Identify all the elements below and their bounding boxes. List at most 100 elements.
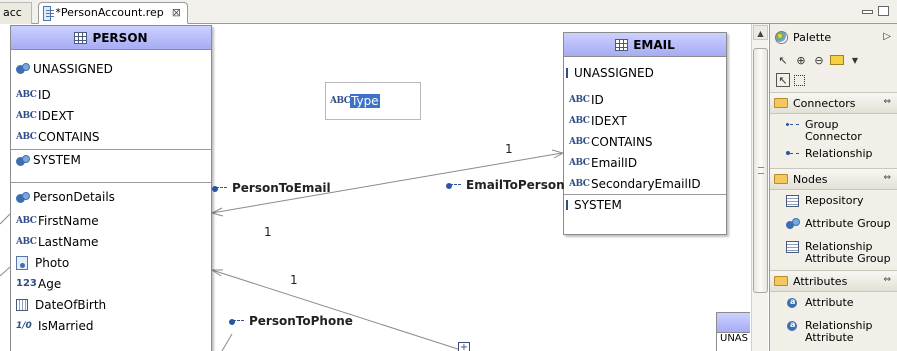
partial-entity-text: UNAS (720, 333, 748, 344)
partial-entity[interactable]: UNAS (716, 312, 750, 351)
group-row-unassigned[interactable]: UNASSIGNED (11, 58, 211, 79)
marquee-tool-icon[interactable] (794, 74, 805, 86)
attribute-row-idext[interactable]: ABC IDEXT (564, 110, 726, 131)
select-arrow-icon[interactable]: ↖ (776, 53, 790, 67)
relationship-label-person-to-email[interactable]: PersonToEmail (212, 181, 331, 195)
palette-selection-tools: ↖ (770, 70, 897, 90)
minimize-button[interactable] (862, 10, 873, 14)
attribute-row-id[interactable]: ABC ID (564, 89, 726, 110)
group-marker-icon (566, 200, 568, 210)
floating-attribute-node[interactable]: ABC Type (325, 82, 421, 120)
palette-icon (775, 30, 788, 44)
attribute-label: CONTAINS (591, 134, 653, 149)
cardinality-label: 1 (264, 225, 272, 239)
group-row-unassigned[interactable]: UNASSIGNED (564, 62, 726, 83)
attribute-group-icon (16, 191, 30, 203)
entity-header[interactable]: PERSON (11, 26, 211, 50)
palette-item-relationship[interactable]: Relationship (770, 143, 897, 166)
palette-panel: Palette ▷ ↖ ⊕ ⊖ ▼ ↖ Connectors ⇔ Group C… (769, 24, 897, 351)
drawer-label: Connectors (793, 96, 856, 110)
palette-item-repository[interactable]: Repository (770, 190, 897, 213)
attribute-row-secondaryemailid[interactable]: ABC SecondaryEmailID (564, 173, 726, 194)
palette-item-attribute-group[interactable]: Attribute Group (770, 213, 897, 236)
date-icon (16, 298, 28, 311)
attribute-label: ID (38, 87, 51, 102)
abc-icon: ABC (569, 94, 590, 105)
drawer-attributes[interactable]: Attributes ⇔ (770, 270, 897, 292)
attribute-row-age[interactable]: 123 Age (11, 273, 211, 294)
entity-title: PERSON (92, 30, 148, 45)
palette-item-attribute[interactable]: Attribute (770, 292, 897, 315)
attribute-icon (786, 296, 799, 309)
zoom-out-icon[interactable]: ⊖ (812, 53, 826, 67)
dropdown-arrow-icon[interactable]: ▼ (848, 53, 862, 67)
abc-icon: ABC (16, 215, 37, 226)
palette-zoom-tools: ↖ ⊕ ⊖ ▼ (770, 50, 897, 70)
group-row-person-details[interactable]: PersonDetails (11, 182, 211, 208)
palette-header[interactable]: Palette ▷ (770, 24, 897, 50)
palette-item-label: Relationship (805, 147, 873, 160)
group-row-system[interactable]: SYSTEM (11, 149, 211, 170)
attribute-row-contains[interactable]: ABC CONTAINS (564, 131, 726, 152)
drawer-nodes[interactable]: Nodes ⇔ (770, 168, 897, 190)
attribute-row-idext[interactable]: ABC IDEXT (11, 105, 211, 126)
photo-icon (16, 255, 28, 270)
palette-item-relationship-attribute[interactable]: Relationship Attribute (770, 315, 897, 344)
attribute-row-dateofbirth[interactable]: DateOfBirth (11, 294, 211, 315)
close-tab-icon[interactable]: ⊠ (172, 3, 181, 23)
relationship-name: EmailToPerson (466, 178, 565, 192)
pin-icon[interactable]: ⇔ (883, 275, 891, 285)
scroll-up-icon[interactable]: ▲ (753, 25, 768, 40)
drawer-connectors[interactable]: Connectors ⇔ (770, 92, 897, 114)
tab-acc[interactable]: acc (0, 2, 32, 24)
pin-icon[interactable]: ⇔ (883, 173, 891, 183)
abc-icon: ABC (569, 115, 590, 126)
abc-icon: ABC (16, 131, 37, 142)
relationship-name: PersonToPhone (249, 314, 353, 328)
pin-icon[interactable]: ⇔ (883, 97, 891, 107)
relationship-attribute-icon (786, 319, 799, 332)
drawer-label: Nodes (793, 172, 828, 186)
attribute-row-emailid[interactable]: ABC EmailID (564, 152, 726, 173)
attribute-name-editor[interactable]: Type (350, 94, 380, 108)
attribute-label: FirstName (38, 213, 99, 228)
attribute-row-contains[interactable]: ABC CONTAINS (11, 126, 211, 147)
attribute-row-firstname[interactable]: ABC FirstName (11, 210, 211, 231)
abc-icon: ABC (16, 89, 37, 100)
zoom-in-icon[interactable]: ⊕ (794, 53, 808, 67)
link-person-phone[interactable] (211, 269, 465, 351)
attribute-label: ID (591, 92, 604, 107)
vertical-scrollbar[interactable]: ▲ (751, 24, 768, 351)
attribute-row-ismarried[interactable]: 1/0 IsMarried (11, 315, 211, 336)
relationship-label-email-to-person[interactable]: EmailToPerson (446, 178, 565, 192)
palette-item-relationship-attribute-group[interactable]: Relationship Attribute Group (770, 236, 897, 268)
relationship-name: PersonToEmail (232, 181, 331, 195)
email-entity[interactable]: EMAIL UNASSIGNED ABC ID ABC IDEXT ABC CO… (563, 32, 727, 235)
attribute-group-icon (786, 218, 800, 230)
link-offscreen-left-bottom (0, 266, 11, 277)
cardinality-label: 1 (505, 142, 513, 156)
abc-icon: ABC (16, 110, 37, 121)
attribute-row-lastname[interactable]: ABC LastName (11, 231, 211, 252)
person-entity[interactable]: PERSON UNASSIGNED ABC ID ABC IDEXT ABC C… (10, 25, 212, 351)
group-row-system[interactable]: SYSTEM (564, 194, 726, 215)
group-label: UNASSIGNED (574, 65, 654, 80)
selection-tool-icon[interactable]: ↖ (776, 73, 790, 87)
note-icon[interactable] (830, 55, 844, 65)
repository-file-icon (43, 5, 55, 21)
attribute-row-photo[interactable]: Photo (11, 252, 211, 273)
expand-icon[interactable]: + (458, 342, 470, 351)
scrollbar-thumb[interactable] (753, 48, 768, 293)
entity-header[interactable] (717, 313, 750, 333)
attribute-group-icon (16, 63, 30, 74)
maximize-button[interactable] (878, 6, 889, 16)
tab-person-account[interactable]: *PersonAccount.rep ⊠ (38, 2, 188, 24)
attribute-label: IsMarried (38, 318, 94, 333)
entity-header[interactable]: EMAIL (564, 33, 726, 57)
abc-icon: ABC (569, 157, 590, 168)
attribute-row-id[interactable]: ABC ID (11, 84, 211, 105)
palette-item-group-connector[interactable]: Group Connector (770, 114, 897, 143)
relationship-label-person-to-phone[interactable]: PersonToPhone (229, 314, 353, 328)
diagram-canvas[interactable]: PERSON UNASSIGNED ABC ID ABC IDEXT ABC C… (0, 24, 750, 351)
collapse-palette-icon[interactable]: ▷ (883, 31, 891, 42)
